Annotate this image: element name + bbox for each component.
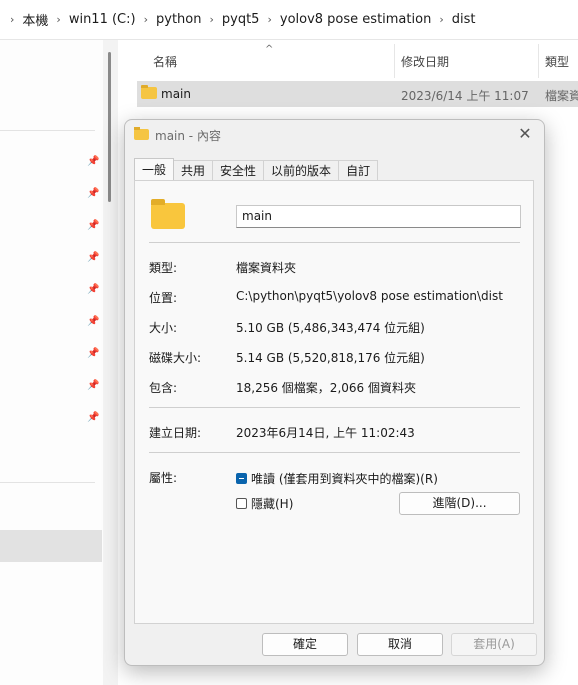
contains-label: 包含: bbox=[149, 381, 178, 395]
pin-icon[interactable]: 📌 bbox=[87, 156, 99, 168]
tab-general[interactable]: 一般 bbox=[134, 158, 175, 180]
pin-icon[interactable]: 📌 bbox=[87, 188, 99, 200]
divider bbox=[149, 242, 520, 243]
file-type: 檔案資料夾 bbox=[545, 89, 578, 103]
hidden-label[interactable]: 隱藏(H) bbox=[251, 495, 293, 512]
tab-security[interactable]: 安全性 bbox=[212, 160, 265, 180]
location-label: 位置: bbox=[149, 291, 178, 305]
breadcrumb: › 本機 › win11 (C:) › python › pyqt5 › yol… bbox=[2, 10, 475, 29]
tab-bar: 一般 共用 安全性 以前的版本 自訂 bbox=[134, 158, 379, 181]
readonly-checkbox[interactable] bbox=[236, 473, 247, 484]
type-label: 類型: bbox=[149, 261, 178, 275]
location-value: C:\python\pyqt5\yolov8 pose estimation\d… bbox=[236, 289, 503, 303]
pin-icon[interactable]: 📌 bbox=[87, 380, 99, 392]
folder-name-input[interactable]: main bbox=[236, 205, 521, 228]
file-modified: 2023/6/14 上午 11:07 bbox=[401, 89, 529, 103]
navigation-pane: 📌 📌 📌 📌 📌 📌 📌 📌 📌 bbox=[0, 40, 103, 685]
created-label: 建立日期: bbox=[149, 426, 202, 440]
chevron-right-icon: › bbox=[439, 13, 444, 26]
tab-previous-versions[interactable]: 以前的版本 bbox=[263, 160, 340, 180]
type-value: 檔案資料夾 bbox=[236, 261, 297, 275]
breadcrumb-item-dist[interactable]: dist bbox=[452, 12, 476, 27]
contains-value: 18,256 個檔案，2,066 個資料夾 bbox=[236, 381, 416, 395]
breadcrumb-item-python[interactable]: python bbox=[156, 12, 201, 27]
attributes-label: 屬性: bbox=[149, 471, 178, 485]
pin-icon[interactable]: 📌 bbox=[87, 316, 99, 328]
close-icon[interactable]: ✕ bbox=[517, 124, 533, 143]
breadcrumb-item-this-pc[interactable]: 本機 bbox=[22, 10, 48, 29]
chevron-right-icon: › bbox=[56, 13, 61, 26]
chevron-right-icon: › bbox=[143, 13, 148, 26]
size-value: 5.10 GB (5,486,343,474 位元組) bbox=[236, 321, 425, 335]
folder-icon bbox=[141, 85, 157, 99]
breadcrumb-item-pyqt5[interactable]: pyqt5 bbox=[222, 12, 260, 27]
breadcrumb-item-yolov8[interactable]: yolov8 pose estimation bbox=[280, 12, 431, 27]
breadcrumb-item-drive[interactable]: win11 (C:) bbox=[69, 12, 136, 27]
general-panel: main 類型: 檔案資料夾 位置: C:\python\pyqt5\yolov… bbox=[134, 180, 534, 624]
pin-icon[interactable]: 📌 bbox=[87, 412, 99, 424]
size-label: 大小: bbox=[149, 321, 178, 335]
column-header-type[interactable]: 類型 bbox=[545, 53, 569, 70]
nav-divider bbox=[0, 130, 95, 131]
apply-button[interactable]: 套用(A) bbox=[451, 633, 537, 656]
nav-divider bbox=[0, 482, 95, 483]
divider bbox=[149, 452, 520, 453]
dialog-title: main - 內容 bbox=[155, 129, 221, 143]
ok-button[interactable]: 確定 bbox=[262, 633, 348, 656]
tab-customize[interactable]: 自訂 bbox=[338, 160, 379, 180]
pin-icon[interactable]: 📌 bbox=[87, 220, 99, 232]
hidden-checkbox[interactable] bbox=[236, 498, 247, 509]
disk-size-label: 磁碟大小: bbox=[149, 351, 202, 365]
folder-icon bbox=[151, 199, 185, 229]
column-separator[interactable] bbox=[394, 44, 395, 78]
file-name: main bbox=[161, 87, 191, 101]
pin-icon[interactable]: 📌 bbox=[87, 252, 99, 264]
chevron-right-icon: › bbox=[10, 13, 15, 26]
nav-item-selected[interactable] bbox=[0, 530, 102, 562]
folder-icon bbox=[134, 127, 149, 140]
address-bar[interactable]: › 本機 › win11 (C:) › python › pyqt5 › yol… bbox=[0, 0, 578, 40]
sort-ascending-icon: ^ bbox=[265, 44, 274, 55]
disk-size-value: 5.14 GB (5,520,818,176 位元組) bbox=[236, 351, 425, 365]
table-row[interactable]: main 2023/6/14 上午 11:07 檔案資料夾 bbox=[137, 81, 578, 107]
tab-sharing[interactable]: 共用 bbox=[173, 160, 214, 180]
chevron-right-icon: › bbox=[209, 13, 214, 26]
column-header-name[interactable]: 名稱 bbox=[153, 53, 177, 70]
pin-icon[interactable]: 📌 bbox=[87, 284, 99, 296]
cancel-button[interactable]: 取消 bbox=[357, 633, 443, 656]
advanced-button[interactable]: 進階(D)... bbox=[399, 492, 520, 515]
column-separator[interactable] bbox=[538, 44, 539, 78]
properties-dialog: main - 內容 ✕ 一般 共用 安全性 以前的版本 自訂 main 類型: … bbox=[124, 119, 545, 666]
readonly-label[interactable]: 唯讀 (僅套用到資料夾中的檔案)(R) bbox=[251, 470, 438, 487]
nav-scrollbar[interactable] bbox=[108, 52, 111, 202]
divider bbox=[149, 407, 520, 408]
column-header-modified[interactable]: 修改日期 bbox=[401, 53, 449, 70]
chevron-right-icon: › bbox=[267, 13, 272, 26]
pin-icon[interactable]: 📌 bbox=[87, 348, 99, 360]
created-value: 2023年6月14日, 上午 11:02:43 bbox=[236, 426, 415, 440]
